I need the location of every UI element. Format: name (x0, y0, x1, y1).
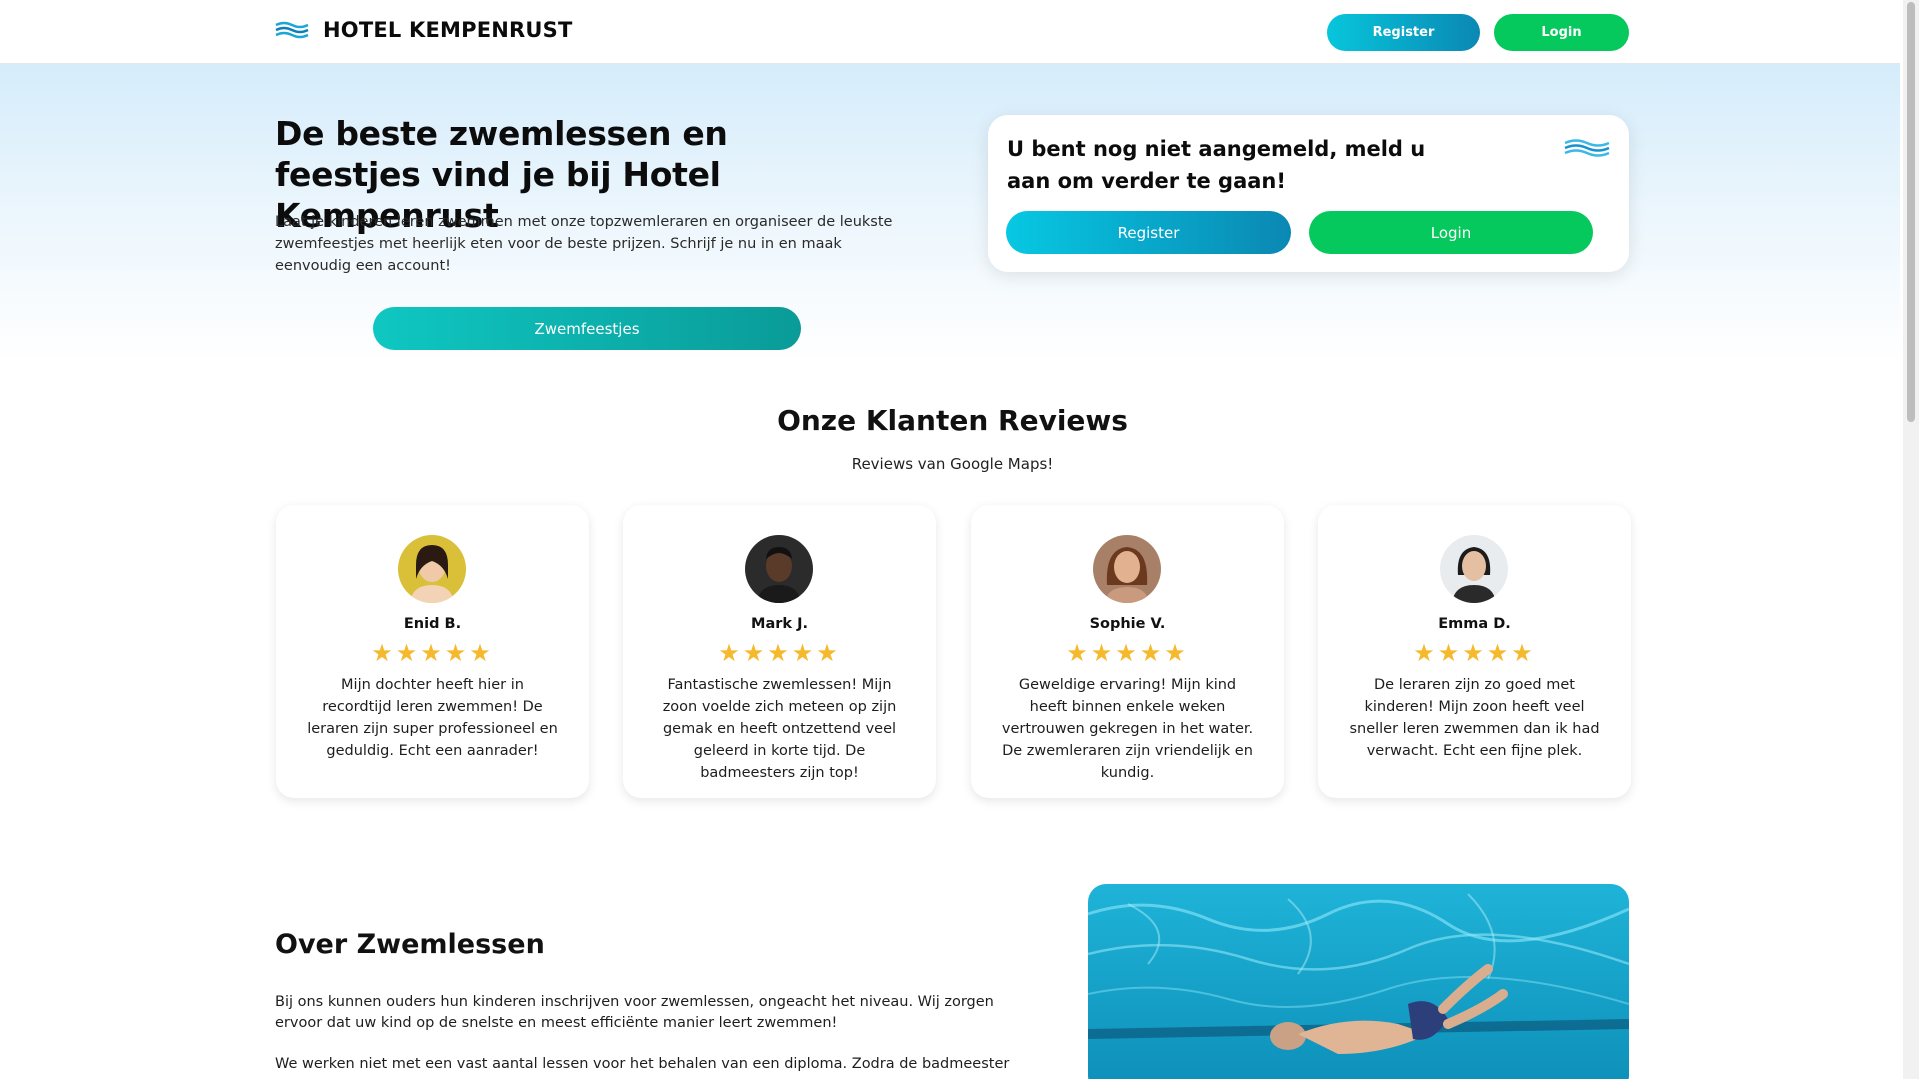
login-button-card[interactable]: Login (1309, 211, 1593, 254)
waves-icon (275, 21, 309, 39)
register-button-top[interactable]: Register (1327, 14, 1480, 51)
register-button-card[interactable]: Register (1006, 211, 1291, 254)
star-icon: ★ (816, 639, 841, 667)
star-icon: ★ (742, 639, 768, 667)
review-text: Mijn dochter heeft hier in recordtijd le… (307, 677, 558, 759)
star-rating: ★★★★★ (623, 639, 936, 667)
review-text: Fantastische zwemlessen! Mijn zoon voeld… (662, 677, 897, 781)
review-card: Enid B. ★★★★★ Mijn dochter heeft hier in… (276, 505, 589, 798)
review-name: Enid B. (403, 616, 462, 632)
login-prompt-card: U bent nog niet aangemeld, meld u aan om… (988, 115, 1629, 272)
swimming-pool-image (1088, 884, 1629, 1079)
review-text: Geweldige ervaring! Mijn kind heeft binn… (1001, 677, 1254, 781)
star-icon: ★ (1486, 639, 1512, 667)
avatar (745, 535, 813, 603)
star-icon: ★ (1090, 639, 1116, 667)
star-icon: ★ (1066, 639, 1091, 667)
star-icon: ★ (1115, 639, 1140, 667)
login-button-top[interactable]: Login (1494, 14, 1629, 51)
review-text: De leraren zijn zo goed met kinderen! Mi… (1349, 677, 1600, 759)
zwemfeestjes-button[interactable]: Zwemfeestjes (373, 307, 801, 350)
star-icon: ★ (1413, 639, 1438, 667)
review-name: Emma D. (1438, 616, 1511, 632)
star-icon: ★ (1139, 639, 1165, 667)
about-paragraph-1: Bij ons kunnen ouders hun kinderen insch… (275, 994, 994, 1031)
scrollbar-thumb[interactable] (1907, 2, 1915, 422)
review-name: Sophie V. (1089, 616, 1166, 632)
review-name: Mark J. (751, 616, 808, 632)
reviews-subtitle: Reviews van Google Maps! (851, 455, 1054, 473)
login-prompt-message: U bent nog niet aangemeld, meld u aan om… (1007, 137, 1426, 193)
star-icon: ★ (1462, 639, 1487, 667)
star-icon: ★ (395, 639, 421, 667)
star-rating: ★★★★★ (276, 639, 589, 667)
reviews-title: Onze Klanten Reviews (777, 404, 1128, 437)
star-icon: ★ (371, 639, 396, 667)
top-navbar: HOTEL KEMPENRUST Register Login (0, 0, 1900, 64)
star-icon: ★ (444, 639, 470, 667)
page-scrollbar[interactable] (1903, 0, 1919, 1079)
review-card: Emma D. ★★★★★ De leraren zijn zo goed me… (1318, 505, 1631, 798)
star-icon: ★ (469, 639, 494, 667)
star-rating: ★★★★★ (971, 639, 1284, 667)
star-icon: ★ (1511, 639, 1536, 667)
about-paragraph-2: We werken niet met een vast aantal lesse… (275, 1056, 1010, 1072)
about-title: Over Zwemlessen (275, 929, 545, 960)
avatar (1440, 535, 1508, 603)
star-icon: ★ (718, 639, 743, 667)
star-icon: ★ (767, 639, 792, 667)
review-card: Sophie V. ★★★★★ Geweldige ervaring! Mijn… (971, 505, 1284, 798)
waves-icon (1564, 139, 1610, 157)
brand-name: HOTEL KEMPENRUST (323, 18, 573, 42)
star-icon: ★ (791, 639, 817, 667)
star-icon: ★ (1164, 639, 1189, 667)
star-rating: ★★★★★ (1318, 639, 1631, 667)
avatar (398, 535, 466, 603)
star-icon: ★ (420, 639, 445, 667)
review-card: Mark J. ★★★★★ Fantastische zwemlessen! M… (623, 505, 936, 798)
hero-description: Laat je kinderen leren zwemmen met onze … (275, 214, 893, 274)
star-icon: ★ (1437, 639, 1463, 667)
brand-logo[interactable]: HOTEL KEMPENRUST (275, 18, 573, 42)
avatar (1093, 535, 1161, 603)
